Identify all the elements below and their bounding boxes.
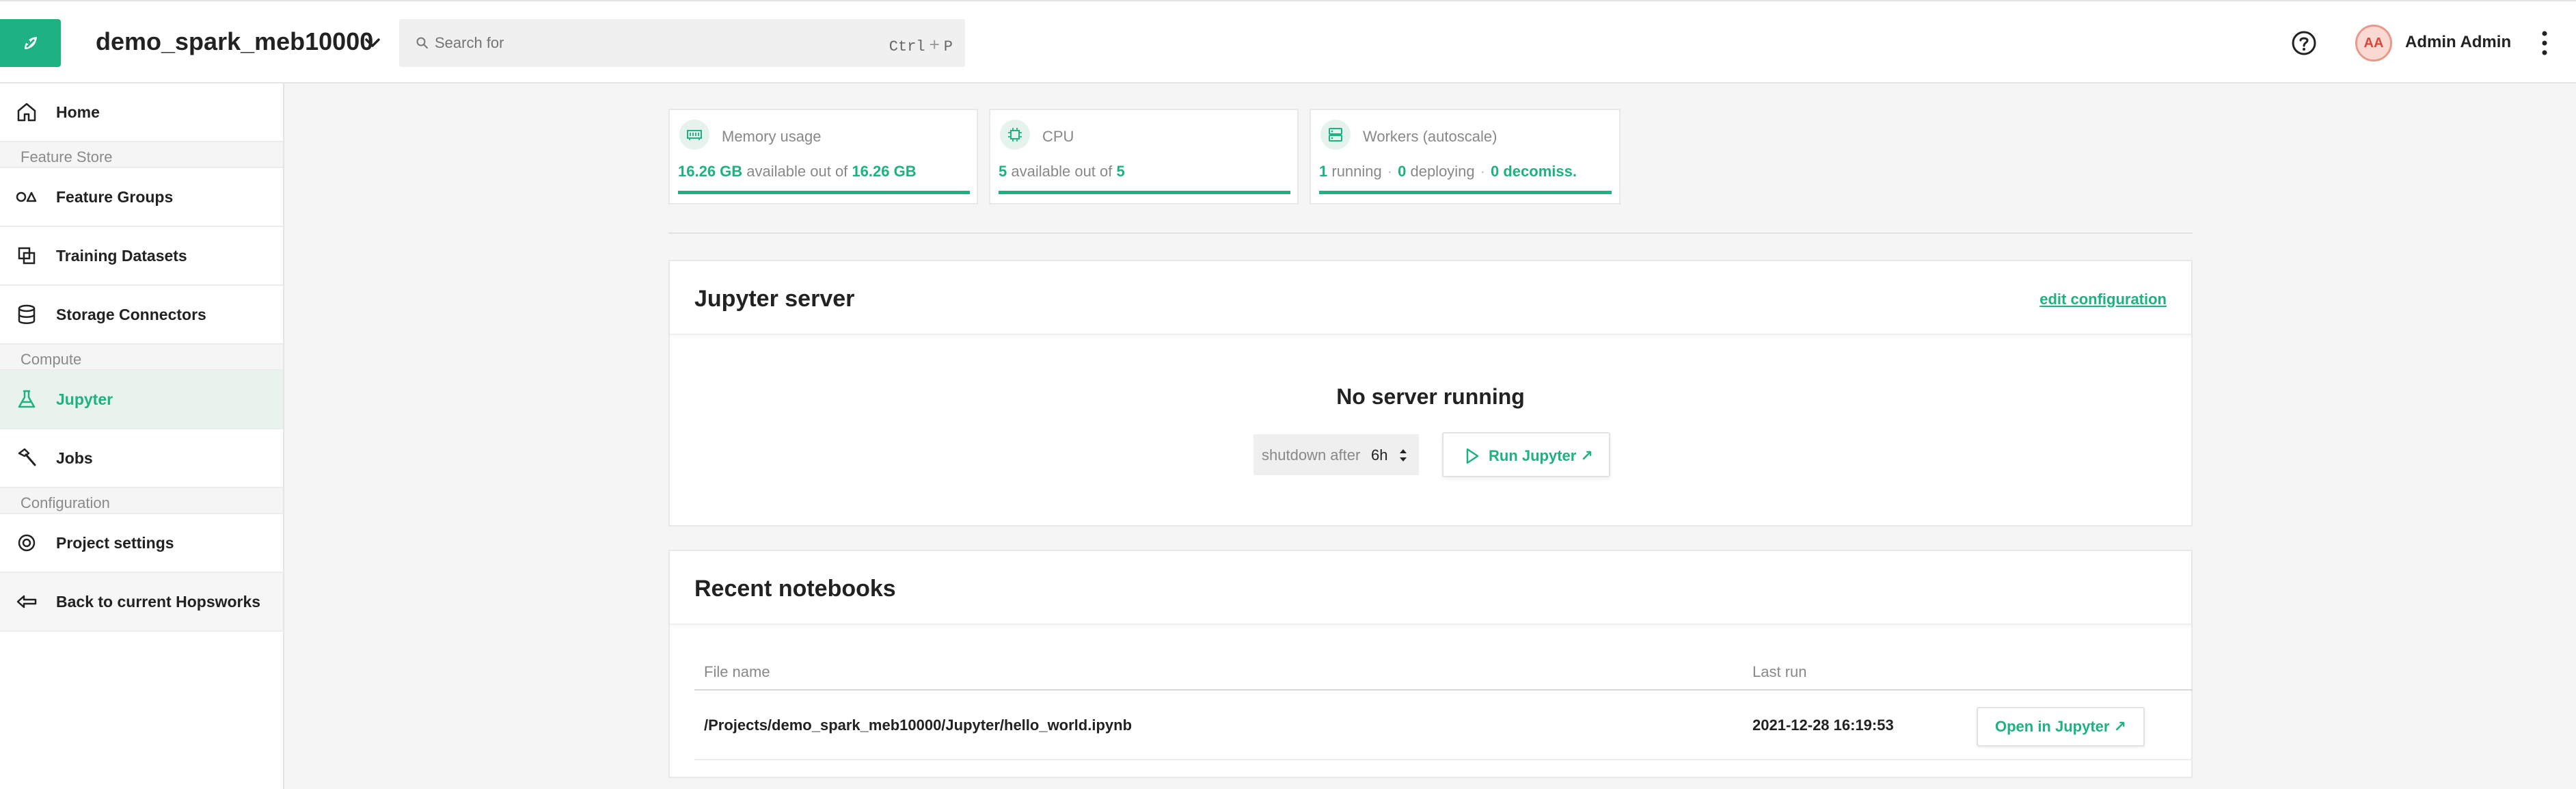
memory-availability: 16.26 GB available out of 16.26 GB — [678, 163, 917, 180]
hopsworks-logo-icon — [24, 37, 37, 49]
help-icon[interactable] — [2291, 30, 2317, 56]
top-bar: demo_spark_meb10000 Ctrl+P AA Admin Admi… — [0, 0, 2576, 83]
shutdown-value: 6h — [1371, 446, 1388, 464]
edit-configuration-link[interactable]: edit configuration — [2039, 291, 2167, 308]
memory-usage-card: Memory usage 16.26 GB available out of 1… — [668, 109, 978, 204]
memory-progress-fill — [678, 191, 970, 194]
workers-running-text: running — [1331, 163, 1382, 180]
workers-title: Workers (autoscale) — [1363, 128, 1497, 145]
search-shortcut: Ctrl + P — [889, 34, 953, 55]
shutdown-select[interactable]: shutdown after 6h — [1253, 434, 1419, 475]
workers-progress-fill — [1319, 191, 1612, 194]
open-in-jupyter-button[interactable]: Open in Jupyter ↗ — [1977, 707, 2145, 747]
column-file-name: File name — [704, 663, 770, 680]
project-name[interactable]: demo_spark_meb10000 — [96, 27, 373, 56]
home-icon — [17, 103, 36, 122]
server-status: No server running — [1336, 384, 1525, 409]
recent-notebooks-header: Recent notebooks — [670, 551, 2191, 625]
avatar[interactable]: AA — [2355, 25, 2392, 62]
hopsworks-logo[interactable] — [0, 19, 61, 67]
workers-deploying-count: 0 — [1398, 163, 1407, 180]
sidebar-item-feature-groups[interactable]: Feature Groups — [0, 168, 283, 227]
sidebar-item-label: Jobs — [56, 449, 93, 467]
flask-icon — [18, 390, 36, 408]
cpu-progress-bar — [999, 191, 1290, 194]
chevron-down-icon[interactable] — [361, 31, 384, 55]
sidebar-item-jupyter[interactable]: Jupyter — [0, 371, 283, 429]
table-row: /Projects/demo_spark_meb10000/Jupyter/he… — [694, 692, 2193, 760]
cpu-available: 5 — [999, 163, 1007, 180]
workers-decomiss-text: decomiss. — [1503, 163, 1577, 180]
section-feature-store: Feature Store — [21, 148, 113, 165]
run-jupyter-button[interactable]: Run Jupyter ↗ — [1442, 432, 1610, 477]
hammer-icon — [18, 448, 36, 466]
workers-progress-bar — [1319, 191, 1612, 194]
search-input[interactable] — [435, 19, 845, 67]
memory-title: Memory usage — [722, 128, 822, 145]
workers-card: Workers (autoscale) 1 running · 0 deployin… — [1310, 109, 1621, 204]
workers-separator: · — [1480, 163, 1485, 180]
server-icon — [1320, 120, 1351, 150]
shortcut-plus: + — [929, 34, 940, 55]
section-configuration: Configuration — [21, 494, 110, 511]
cpu-icon — [1000, 120, 1030, 150]
memory-total: 16.26 GB — [852, 163, 917, 180]
notebook-last-run: 2021-12-28 16:19:53 — [1752, 717, 1894, 734]
cpu-available-text: available out of — [1011, 163, 1113, 180]
jupyter-server-panel: Jupyter server edit configuration No ser… — [668, 260, 2193, 526]
memory-available-text: available out of — [746, 163, 848, 180]
notebooks-table-header: File name Last run — [694, 660, 2193, 691]
cpu-card: CPU 5 available out of 5 — [989, 109, 1299, 204]
jupyter-server-header: Jupyter server edit configuration — [670, 261, 2191, 335]
workers-deploying-text: deploying — [1410, 163, 1475, 180]
section-divider — [668, 232, 2193, 234]
workers-decomiss-count: 0 — [1490, 163, 1500, 180]
sidebar-item-label: Training Datasets — [56, 247, 187, 265]
sidebar: Home Feature Store Feature Groups Traini… — [0, 83, 284, 789]
database-icon — [18, 304, 36, 324]
workers-status: 1 running · 0 deploying · 0 decomiss. — [1319, 163, 1577, 180]
cpu-title: CPU — [1042, 128, 1074, 145]
more-options-icon[interactable] — [2536, 29, 2553, 57]
jupyter-server-title: Jupyter server — [694, 286, 855, 312]
section-compute: Compute — [21, 351, 82, 368]
sidebar-item-storage-connectors[interactable]: Storage Connectors — [0, 286, 283, 345]
shortcut-ctrl: Ctrl — [889, 38, 925, 55]
sidebar-item-label: Project settings — [56, 534, 174, 552]
sidebar-item-training-datasets[interactable]: Training Datasets — [0, 227, 283, 286]
sidebar-item-jobs[interactable]: Jobs — [0, 429, 283, 488]
training-datasets-icon — [18, 247, 36, 265]
sidebar-item-label: Jupyter — [56, 390, 113, 408]
sidebar-item-back[interactable]: Back to current Hopsworks — [0, 573, 283, 632]
shortcut-p: P — [943, 38, 953, 55]
sidebar-item-label: Feature Groups — [56, 188, 174, 206]
workers-separator: · — [1387, 163, 1393, 180]
sidebar-item-label: Home — [56, 103, 100, 121]
recent-notebooks-panel: Recent notebooks File name Last run /Pro… — [668, 550, 2193, 778]
memory-icon — [679, 120, 709, 150]
recent-notebooks-title: Recent notebooks — [694, 576, 896, 602]
cpu-progress-fill — [999, 191, 1290, 194]
column-last-run: Last run — [1752, 663, 1807, 680]
search-bar[interactable]: Ctrl+P — [399, 19, 965, 67]
memory-available: 16.26 GB — [678, 163, 743, 180]
user-name[interactable]: Admin Admin — [2405, 33, 2511, 52]
sidebar-item-label: Back to current Hopsworks — [56, 593, 261, 611]
back-arrow-icon — [16, 595, 37, 609]
sidebar-item-project-settings[interactable]: Project settings — [0, 514, 283, 573]
sidebar-item-home[interactable]: Home — [0, 83, 283, 142]
workers-running-count: 1 — [1319, 163, 1328, 180]
gear-icon — [18, 534, 36, 552]
shutdown-label: shutdown after — [1262, 446, 1361, 464]
select-arrows-icon — [1400, 449, 1407, 462]
cpu-availability: 5 available out of 5 — [999, 163, 1125, 180]
sidebar-item-label: Storage Connectors — [56, 306, 206, 323]
cpu-total: 5 — [1116, 163, 1125, 180]
notebook-file-name[interactable]: /Projects/demo_spark_meb10000/Jupyter/he… — [704, 717, 1132, 734]
search-icon — [416, 37, 428, 49]
play-icon — [1466, 448, 1479, 464]
run-jupyter-label: Run Jupyter ↗ — [1489, 447, 1593, 464]
feature-groups-icon — [16, 191, 37, 202]
memory-progress-bar — [678, 191, 970, 194]
